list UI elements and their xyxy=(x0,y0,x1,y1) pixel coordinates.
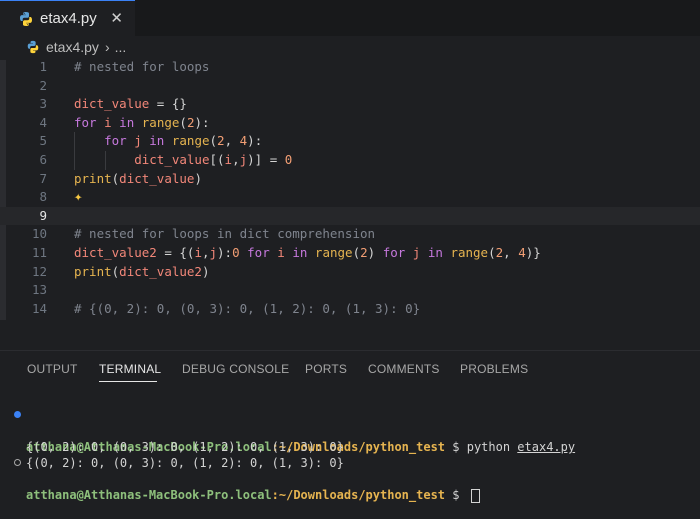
sparkle-icon[interactable]: ✦ xyxy=(74,188,82,207)
chevron-right-icon: › xyxy=(104,39,110,55)
line-number: 13 xyxy=(31,282,47,298)
line-number: 10 xyxy=(31,226,47,242)
code-text: for i in range(2): xyxy=(74,114,210,130)
terminal-cursor xyxy=(470,488,480,503)
panel-tabs: OUTPUT TERMINAL DEBUG CONSOLE PORTS COMMENTS… xyxy=(0,351,700,387)
line-number: 8 xyxy=(39,189,47,205)
editor-tab-bar: etax4.py ✕ xyxy=(0,0,700,36)
tab-terminal[interactable]: TERMINAL xyxy=(99,362,161,376)
line-number: 9 xyxy=(39,207,47,223)
line-number: 14 xyxy=(31,300,47,316)
code-text: print(dict_value2) xyxy=(74,263,210,279)
code-line[interactable]: 8 ✦ xyxy=(0,188,700,207)
code-text: print(dict_value) xyxy=(74,170,202,186)
tab-etax4-py[interactable]: etax4.py ✕ xyxy=(0,0,135,36)
code-line[interactable]: 5 for j in range(2, 4): xyxy=(0,132,700,151)
breadcrumb-file[interactable]: etax4.py xyxy=(46,39,99,55)
code-text: dict_value = {} xyxy=(74,96,187,112)
tab-output[interactable]: OUTPUT xyxy=(27,362,78,376)
code-line[interactable]: 10 # nested for loops in dict comprehensi… xyxy=(0,225,700,244)
terminal-path: :~/Downloads/python_test xyxy=(271,488,446,502)
code-text: # nested for loops xyxy=(74,59,210,74)
code-text: dict_value[(i,j)] = 0 xyxy=(134,152,293,167)
close-icon[interactable]: ✕ xyxy=(110,9,123,27)
code-line[interactable]: 14 # {(0, 2): 0, (0, 3): 0, (1, 2): 0, (1… xyxy=(0,300,700,319)
line-number: 3 xyxy=(39,96,47,112)
terminal-line: atthana@Atthanas-MacBook-Pro.local:~/Dow… xyxy=(0,407,700,454)
tab-problems[interactable]: PROBLEMS xyxy=(460,362,528,376)
code-text: for j in range(2, 4): xyxy=(104,133,263,149)
line-number: 11 xyxy=(31,245,47,260)
active-tab-underline xyxy=(99,381,157,382)
code-text: dict_value2 = {(i,j):0 for i in range(2)… xyxy=(74,245,541,260)
tab-comments[interactable]: COMMENTS xyxy=(368,362,440,376)
code-line[interactable]: 6 dict_value[(i,j)] = 0 xyxy=(0,151,700,170)
code-line[interactable]: 13 xyxy=(0,281,700,300)
line-number: 1 xyxy=(39,59,47,74)
code-line[interactable]: 7 print(dict_value) xyxy=(0,170,700,189)
python-file-icon xyxy=(20,11,32,26)
line-number: 4 xyxy=(39,114,47,130)
tab-ports[interactable]: PORTS xyxy=(305,362,347,376)
terminal-line: {(0, 2): 0, (0, 3): 0, (1, 2): 0, (1, 3)… xyxy=(0,423,700,454)
command-pending-icon[interactable] xyxy=(14,459,21,466)
line-number: 5 xyxy=(39,133,47,149)
code-line[interactable]: 1 # nested for loops xyxy=(0,58,700,77)
code-text: # nested for loops in dict comprehension xyxy=(74,226,376,242)
breadcrumb: etax4.py › ... xyxy=(0,36,700,58)
terminal-user-host: atthana@Atthanas-MacBook-Pro.local xyxy=(26,488,272,502)
code-text: # {(0, 2): 0, (0, 3): 0, (1, 2): 0, (1, … xyxy=(74,300,421,316)
tab-label: etax4.py xyxy=(40,10,97,27)
command-success-icon[interactable] xyxy=(14,411,21,418)
breadcrumb-more[interactable]: ... xyxy=(115,39,127,55)
terminal-line: {(0, 2): 0, (0, 3): 0, (1, 2): 0, (1, 3)… xyxy=(0,439,700,470)
code-line[interactable]: 11 dict_value2 = {(i,j):0 for i in range(… xyxy=(0,244,700,263)
code-line[interactable]: 2 xyxy=(0,77,700,96)
code-line[interactable]: 3 dict_value = {} xyxy=(0,95,700,114)
line-number: 2 xyxy=(39,77,47,93)
terminal-line: atthana@Atthanas-MacBook-Pro.local:~/Dow… xyxy=(0,455,700,503)
python-file-icon xyxy=(27,40,39,54)
code-line[interactable]: 9 xyxy=(0,206,700,226)
code-editor[interactable]: 1 # nested for loops 2 3 dict_value = {} 4 for… xyxy=(0,58,700,348)
bottom-panel: OUTPUT TERMINAL DEBUG CONSOLE PORTS COMMENTS… xyxy=(0,351,700,507)
tab-debug-console[interactable]: DEBUG CONSOLE xyxy=(182,362,289,376)
code-line[interactable]: 12 print(dict_value2) xyxy=(0,263,700,282)
terminal-prompt: $ xyxy=(445,488,467,502)
code-line[interactable]: 4 for i in range(2): xyxy=(0,114,700,133)
line-number: 6 xyxy=(39,152,47,167)
line-number: 12 xyxy=(31,263,47,279)
line-number: 7 xyxy=(39,170,47,186)
